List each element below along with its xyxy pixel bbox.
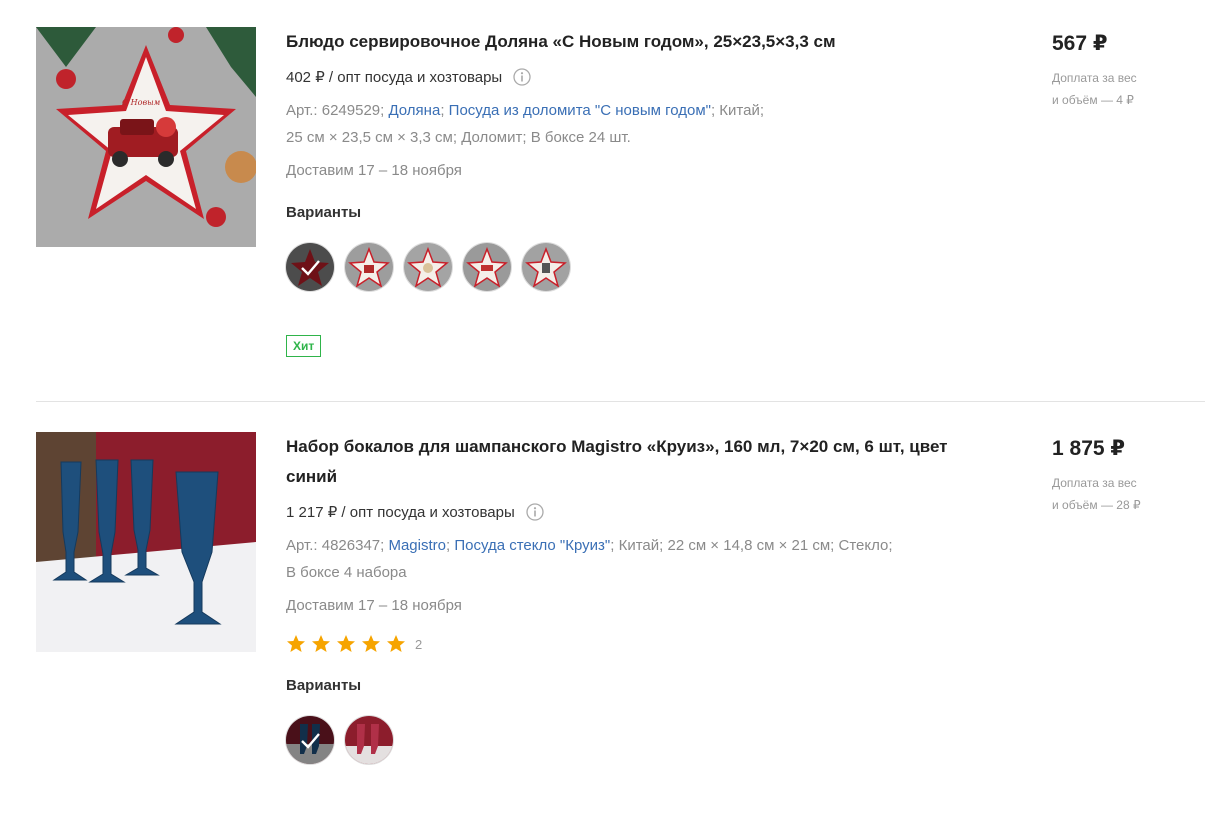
- article-number: Арт.: 6249529;: [286, 102, 385, 119]
- product-image-champagne-glasses[interactable]: [36, 432, 256, 652]
- star-icon: [362, 635, 380, 652]
- variant-swatch[interactable]: [345, 243, 393, 291]
- star-icon: [337, 635, 355, 652]
- series-link[interactable]: Посуда стекло "Круиз": [454, 537, 610, 554]
- hit-badge: Хит: [286, 335, 322, 357]
- specs-dimensions: 25 см × 23,5 см × 3,3 см; Доломит; В бок…: [286, 129, 631, 146]
- product-image-star-plate[interactable]: С Новым: [36, 27, 256, 247]
- product-specs: Арт.: 4826347; Magistro; Посуда стекло "…: [286, 537, 893, 581]
- wholesale-price: 1 217 ₽ / опт посуда и хозтовары: [286, 500, 966, 524]
- variant-swatches: [286, 243, 966, 291]
- brand-link[interactable]: Доляна: [388, 102, 440, 119]
- variant-swatch[interactable]: [345, 716, 393, 764]
- variants-label: Варианты: [286, 204, 362, 221]
- info-icon[interactable]: [513, 68, 531, 86]
- variant-swatch-selected[interactable]: [286, 716, 334, 764]
- product-title[interactable]: Блюдо сервировочное Доляна «С Новым годо…: [286, 27, 966, 57]
- delivery-date: Доставим 17 – 18 ноября: [286, 162, 462, 179]
- surcharge-line-1: Доплата за вес: [1052, 71, 1137, 85]
- variant-swatch[interactable]: [522, 243, 570, 291]
- star-icon: [387, 635, 405, 652]
- wholesale-price-text: 1 217 ₽ / опт посуда и хозтовары: [286, 504, 515, 521]
- product-specs: Арт.: 6249529; Доляна; Посуда из доломит…: [286, 102, 765, 146]
- product-price: 567 ₽: [1052, 32, 1108, 55]
- product-title[interactable]: Набор бокалов для шампанского Magistro «…: [286, 432, 966, 492]
- wholesale-price-text: 402 ₽ / опт посуда и хозтовары: [286, 69, 503, 86]
- info-icon[interactable]: [526, 503, 544, 521]
- product-rating[interactable]: 2: [286, 632, 966, 656]
- product-card-glasses: Набор бокалов для шампанского Magistro «…: [36, 432, 1205, 812]
- star-icon: [312, 635, 330, 652]
- weight-surcharge: Доплата за вес и объём — 4 ₽: [1052, 67, 1162, 111]
- check-icon: [301, 260, 320, 276]
- series-link[interactable]: Посуда из доломита "С новым годом": [449, 102, 711, 119]
- product-divider: [36, 401, 1205, 402]
- specs-origin: ; Китай; 22 см × 14,8 см × 21 см; Стекло…: [610, 537, 893, 554]
- variants-label: Варианты: [286, 677, 362, 694]
- article-number: Арт.: 4826347;: [286, 537, 385, 554]
- star-icon: [287, 635, 305, 652]
- specs-origin: ; Китай;: [710, 102, 765, 119]
- delivery-date: Доставим 17 – 18 ноября: [286, 597, 462, 614]
- price-column: 567 ₽ Доплата за вес и объём — 4 ₽: [1052, 27, 1202, 111]
- review-count[interactable]: 2: [415, 637, 422, 652]
- variant-swatches: [286, 716, 966, 764]
- product-info: Набор бокалов для шампанского Magistro «…: [286, 432, 966, 764]
- surcharge-line-1: Доплата за вес: [1052, 476, 1137, 490]
- price-column: 1 875 ₽ Доплата за вес и объём — 28 ₽: [1052, 432, 1202, 516]
- product-card-plate: С Новым Блюдо сервировочное Доляна «С Но…: [36, 27, 1205, 402]
- surcharge-line-2: и объём — 28 ₽: [1052, 498, 1141, 512]
- svg-text:С Новым: С Новым: [122, 98, 161, 107]
- specs-packaging: В боксе 4 набора: [286, 564, 407, 581]
- product-info: Блюдо сервировочное Доляна «С Новым годо…: [286, 27, 966, 357]
- brand-link[interactable]: Magistro: [388, 537, 446, 554]
- variant-swatch[interactable]: [463, 243, 511, 291]
- variant-swatch[interactable]: [404, 243, 452, 291]
- surcharge-line-2: и объём — 4 ₽: [1052, 93, 1134, 107]
- product-price: 1 875 ₽: [1052, 437, 1125, 460]
- check-icon: [301, 733, 320, 749]
- variant-swatch-selected[interactable]: [286, 243, 334, 291]
- wholesale-price: 402 ₽ / опт посуда и хозтовары: [286, 65, 966, 89]
- weight-surcharge: Доплата за вес и объём — 28 ₽: [1052, 472, 1162, 516]
